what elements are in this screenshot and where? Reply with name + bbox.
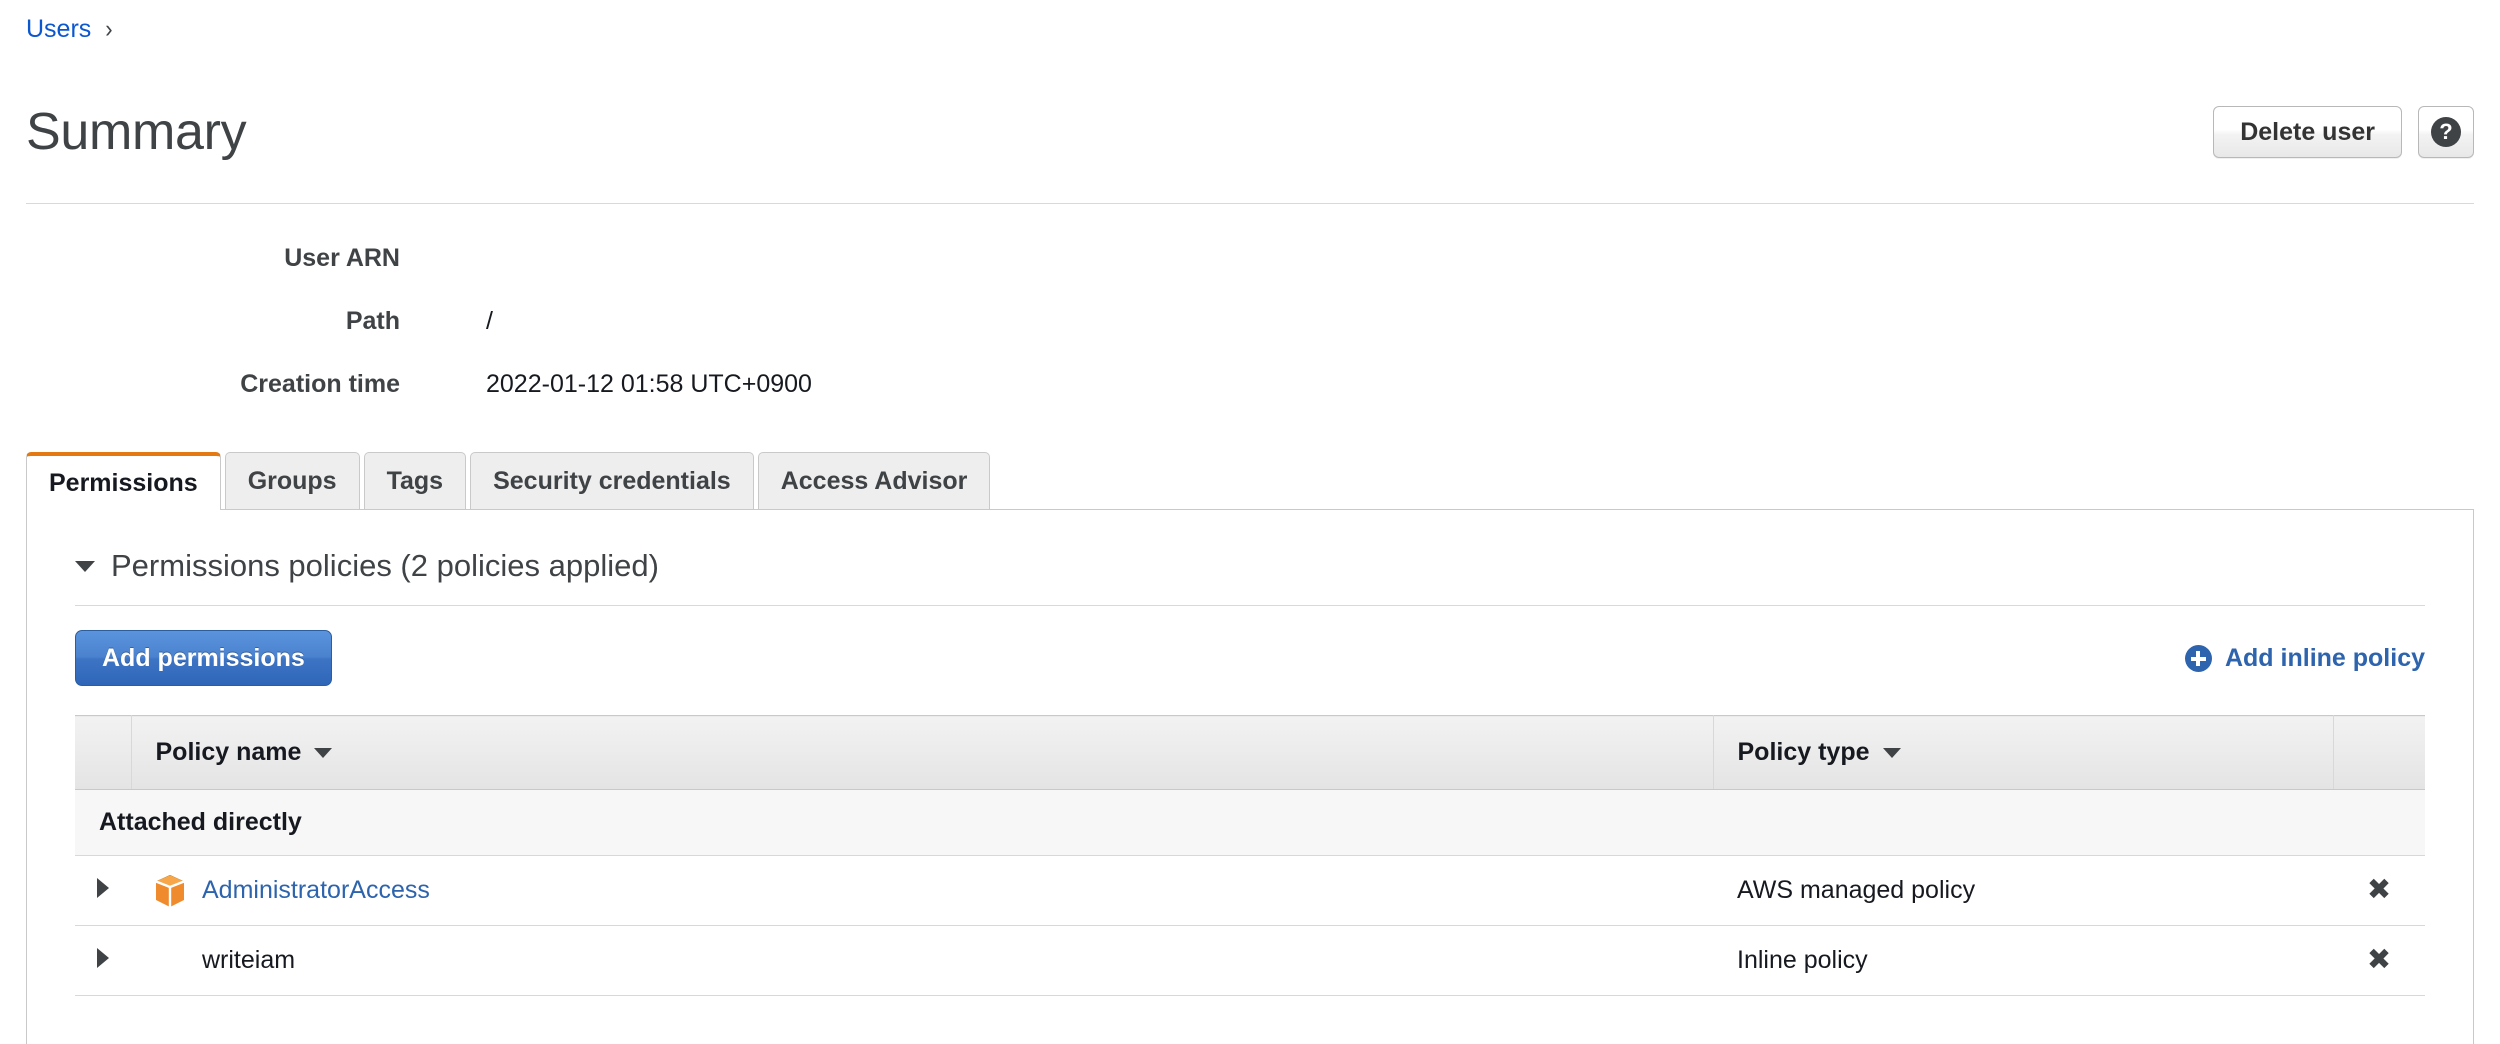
detail-row-user-arn: User ARN bbox=[26, 240, 2426, 303]
column-header-policy-type-label: Policy type bbox=[1737, 738, 1870, 766]
column-header-remove bbox=[2333, 715, 2425, 790]
permissions-action-bar: Add permissions Add inline policy bbox=[75, 630, 2425, 686]
column-header-policy-type[interactable]: Policy type bbox=[1713, 715, 2334, 790]
title-divider bbox=[26, 203, 2474, 204]
column-header-expand bbox=[75, 715, 132, 790]
add-inline-policy-link[interactable]: Add inline policy bbox=[2184, 643, 2425, 673]
tab-bar: Permissions Groups Tags Security credent… bbox=[26, 452, 991, 510]
detail-label: User ARN bbox=[284, 244, 400, 272]
expand-cell bbox=[75, 855, 131, 926]
chevron-right-icon[interactable] bbox=[97, 878, 109, 898]
sort-caret-down-icon[interactable] bbox=[1882, 747, 1901, 758]
page-header: Summary Delete user ? bbox=[26, 95, 2474, 169]
policy-type-cell: AWS managed policy bbox=[1713, 855, 2333, 926]
add-inline-policy-label: Add inline policy bbox=[2224, 643, 2425, 672]
plus-circle-icon bbox=[2184, 644, 2212, 672]
remove-cell: ✖ bbox=[2333, 855, 2425, 926]
tab-security-credentials[interactable]: Security credentials bbox=[470, 452, 754, 509]
detail-value bbox=[426, 240, 1186, 244]
chevron-down-icon[interactable] bbox=[75, 560, 95, 572]
sort-caret-down-icon[interactable] bbox=[314, 747, 333, 758]
detail-value: 2022-01-12 01:58 UTC+0900 bbox=[486, 370, 812, 398]
tab-groups[interactable]: Groups bbox=[224, 452, 360, 509]
policy-name-cell: writeiam bbox=[131, 925, 1713, 996]
tab-permissions[interactable]: Permissions bbox=[26, 452, 221, 510]
help-button[interactable]: ? bbox=[2418, 106, 2474, 158]
breadcrumb: Users › bbox=[26, 12, 127, 46]
breadcrumb-link-users[interactable]: Users bbox=[26, 14, 91, 44]
help-icon: ? bbox=[2431, 117, 2461, 147]
permissions-policies-title: Permissions policies (2 policies applied… bbox=[111, 548, 659, 583]
detail-label: Path bbox=[345, 307, 400, 335]
table-group-row: Attached directly bbox=[75, 789, 2425, 856]
column-header-policy-name-label: Policy name bbox=[155, 738, 302, 766]
policies-table-head: Policy name Policy type bbox=[75, 715, 2425, 790]
policies-table-body: Attached directly AdministratorAccess AW… bbox=[75, 789, 2425, 996]
page-header-actions: Delete user ? bbox=[2213, 106, 2474, 158]
remove-cell: ✖ bbox=[2333, 925, 2425, 996]
tab-access-advisor[interactable]: Access Advisor bbox=[757, 452, 991, 509]
detail-value: / bbox=[486, 307, 493, 335]
remove-x-icon[interactable]: ✖ bbox=[2367, 875, 2391, 904]
policy-type-cell: Inline policy bbox=[1713, 925, 2333, 996]
policy-icon-placeholder bbox=[155, 944, 185, 978]
policy-name-text: writeiam bbox=[202, 946, 296, 974]
table-row: writeiam Inline policy ✖ bbox=[75, 925, 2425, 996]
policy-name-link[interactable]: AdministratorAccess bbox=[202, 876, 430, 905]
detail-row-creation-time: Creation time 2022-01-12 01:58 UTC+0900 bbox=[26, 366, 2426, 429]
table-group-label: Attached directly bbox=[75, 789, 2425, 856]
chevron-right-icon[interactable] bbox=[97, 948, 109, 968]
policies-table: Policy name Policy type Attached directl… bbox=[75, 715, 2425, 996]
detail-label: Creation time bbox=[240, 370, 400, 398]
permissions-policies-header: Permissions policies (2 policies applied… bbox=[27, 510, 2473, 584]
aws-cube-icon bbox=[155, 874, 185, 907]
column-header-policy-name[interactable]: Policy name bbox=[131, 715, 1714, 790]
user-details-list: User ARN Path / Creation time 2022-01-12… bbox=[26, 240, 2426, 429]
page-title: Summary bbox=[26, 103, 247, 161]
delete-user-button[interactable]: Delete user bbox=[2213, 106, 2402, 158]
permissions-panel: Permissions policies (2 policies applied… bbox=[26, 509, 2474, 1044]
detail-row-path: Path / bbox=[26, 303, 2426, 366]
table-header-row: Policy name Policy type bbox=[75, 715, 2425, 790]
policy-name-cell: AdministratorAccess bbox=[131, 855, 1713, 926]
expand-cell bbox=[75, 925, 131, 996]
add-permissions-button[interactable]: Add permissions bbox=[75, 630, 332, 686]
tab-tags[interactable]: Tags bbox=[363, 452, 467, 509]
chevron-right-icon: › bbox=[105, 14, 113, 43]
section-divider bbox=[75, 605, 2425, 606]
table-row: AdministratorAccess AWS managed policy ✖ bbox=[75, 855, 2425, 926]
remove-x-icon[interactable]: ✖ bbox=[2367, 945, 2391, 974]
